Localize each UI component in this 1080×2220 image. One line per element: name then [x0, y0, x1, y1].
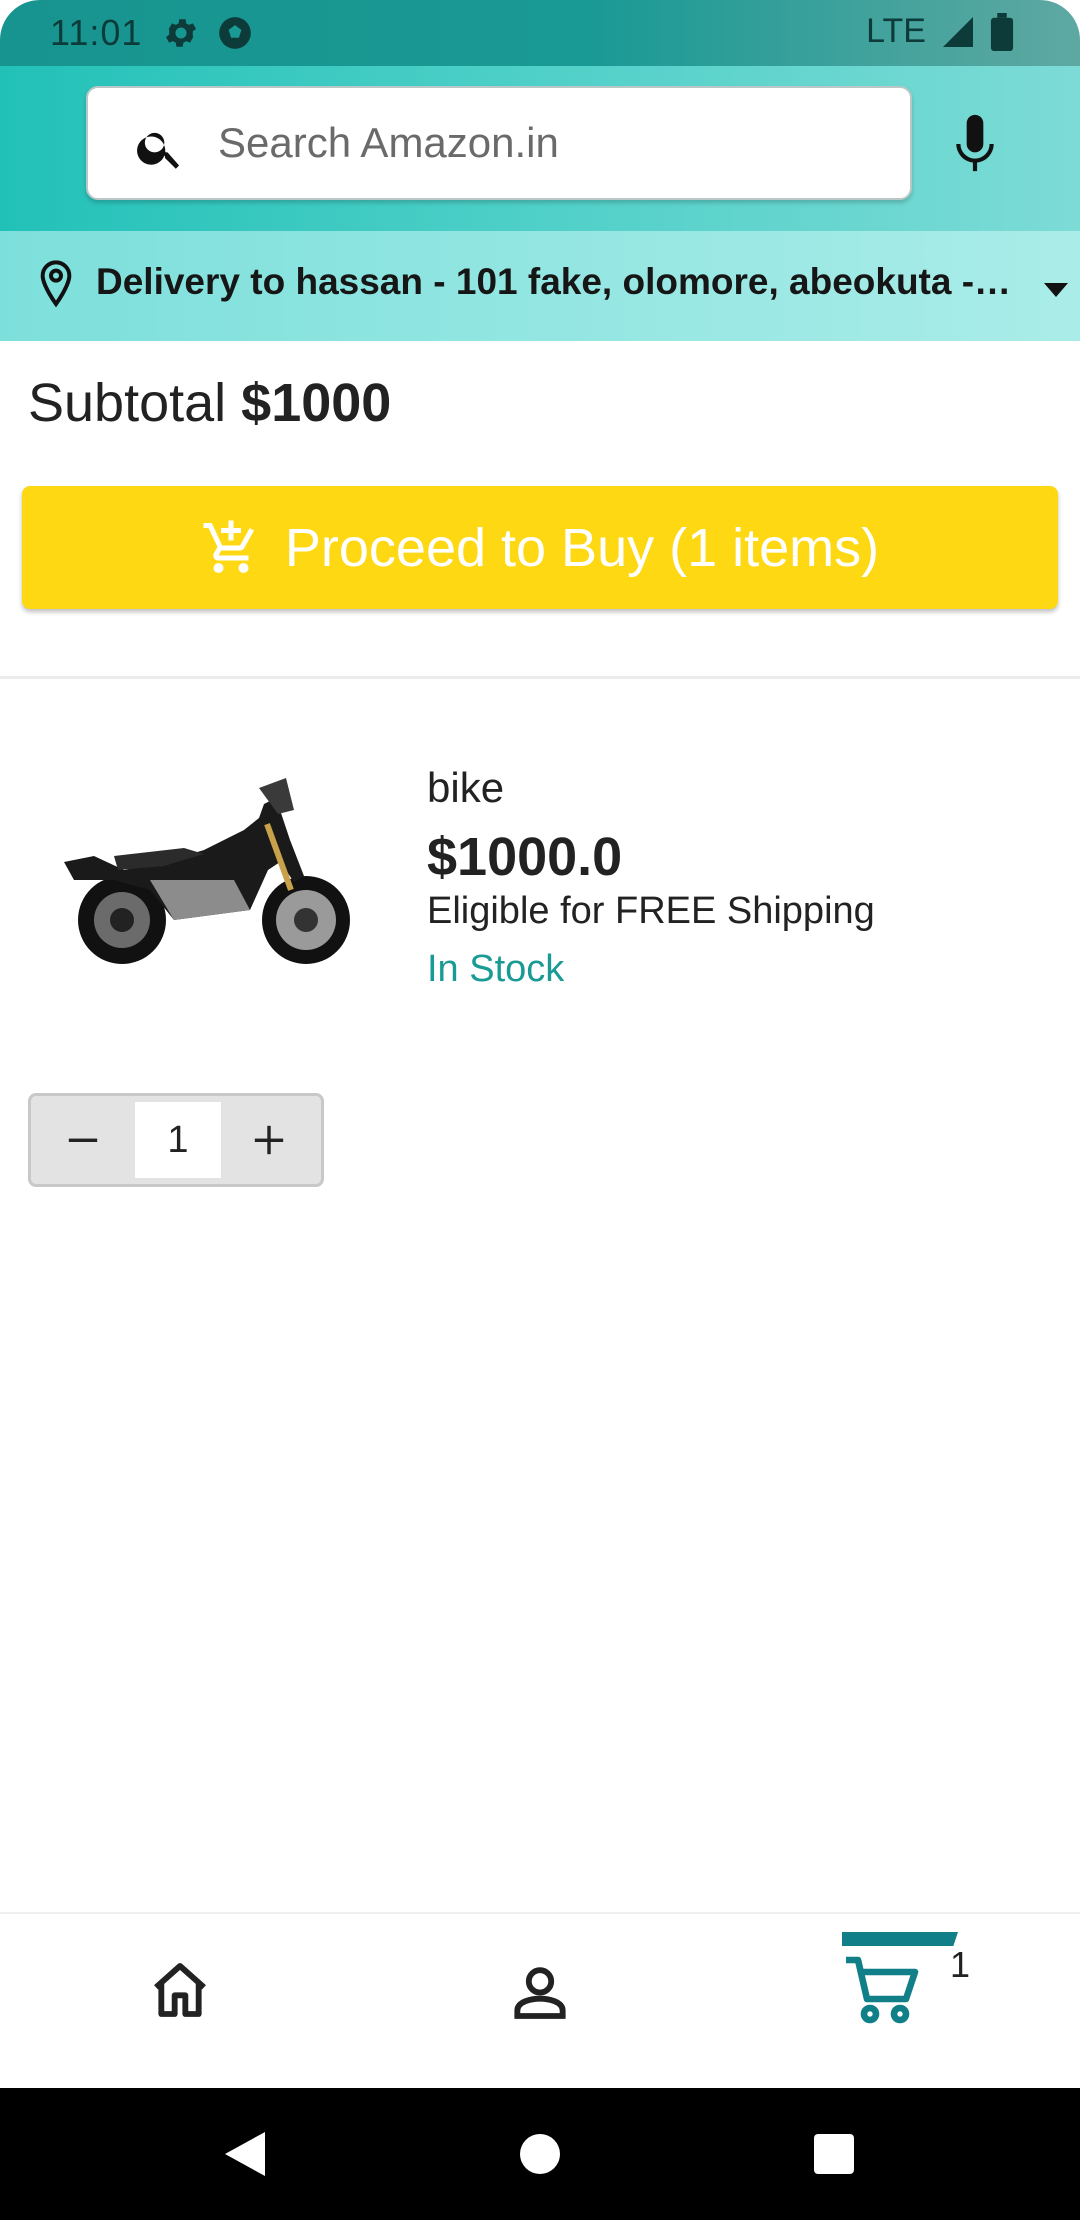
home-button-icon[interactable] — [520, 2134, 560, 2174]
subtotal-amount: $1000 — [241, 373, 392, 433]
active-tab-indicator — [842, 1932, 958, 1946]
quantity-stepper: 1 — [28, 1093, 324, 1187]
system-navigation-bar — [0, 2088, 1080, 2220]
plus-icon — [254, 1125, 284, 1155]
nav-cart[interactable]: 1 — [720, 1914, 1080, 2090]
battery-icon — [990, 12, 1014, 51]
quantity-value: 1 — [135, 1102, 221, 1178]
status-icons-right: LTE — [866, 12, 1014, 51]
search-icon[interactable] — [134, 122, 186, 174]
signal-icon — [943, 16, 973, 47]
divider — [0, 676, 1080, 679]
nav-home[interactable] — [0, 1914, 360, 2090]
status-icons-left — [162, 14, 254, 52]
mic-icon[interactable] — [950, 112, 1000, 176]
back-icon[interactable] — [224, 2132, 266, 2176]
settings-icon — [165, 19, 197, 47]
increase-quantity-button[interactable] — [217, 1096, 321, 1184]
minus-icon — [68, 1138, 98, 1142]
product-image[interactable] — [54, 770, 364, 980]
account-icon — [514, 1967, 566, 2019]
status-bar: 11:01 LTE — [0, 0, 1080, 66]
dropdown-arrow-icon[interactable] — [1044, 283, 1068, 297]
bottom-navigation: 1 — [0, 1912, 1080, 2088]
cart-count-badge: 1 — [950, 1944, 971, 1985]
shipping-eligibility: Eligible for FREE Shipping — [427, 890, 875, 932]
soccer-ball-icon — [219, 17, 251, 49]
search-box[interactable] — [86, 86, 912, 200]
status-time: 11:01 — [50, 12, 143, 53]
product-price: $1000.0 — [427, 827, 623, 887]
cart-icon — [846, 1956, 919, 2024]
delivery-address-bar[interactable]: Delivery to hassan - 101 fake, olomore, … — [0, 231, 1080, 341]
subtotal-label: Subtotal — [28, 373, 242, 433]
network-type: LTE — [866, 12, 926, 50]
proceed-to-buy-button[interactable]: Proceed to Buy (1 items) — [22, 486, 1058, 609]
delivery-address: Delivery to hassan - 101 fake, olomore, … — [96, 261, 1016, 302]
nav-account[interactable] — [360, 1914, 720, 2090]
home-icon — [154, 1963, 206, 2017]
subtotal: Subtotal $1000 — [28, 372, 391, 434]
header — [0, 66, 1080, 231]
search-input[interactable] — [218, 88, 878, 198]
decrease-quantity-button[interactable] — [31, 1096, 135, 1184]
proceed-to-buy-label: Proceed to Buy (1 items) — [284, 517, 880, 578]
add-shopping-cart-icon — [203, 520, 254, 573]
recents-icon[interactable] — [814, 2134, 854, 2174]
stock-status: In Stock — [427, 948, 565, 990]
product-name[interactable]: bike — [427, 764, 504, 812]
location-pin-icon — [40, 260, 72, 308]
